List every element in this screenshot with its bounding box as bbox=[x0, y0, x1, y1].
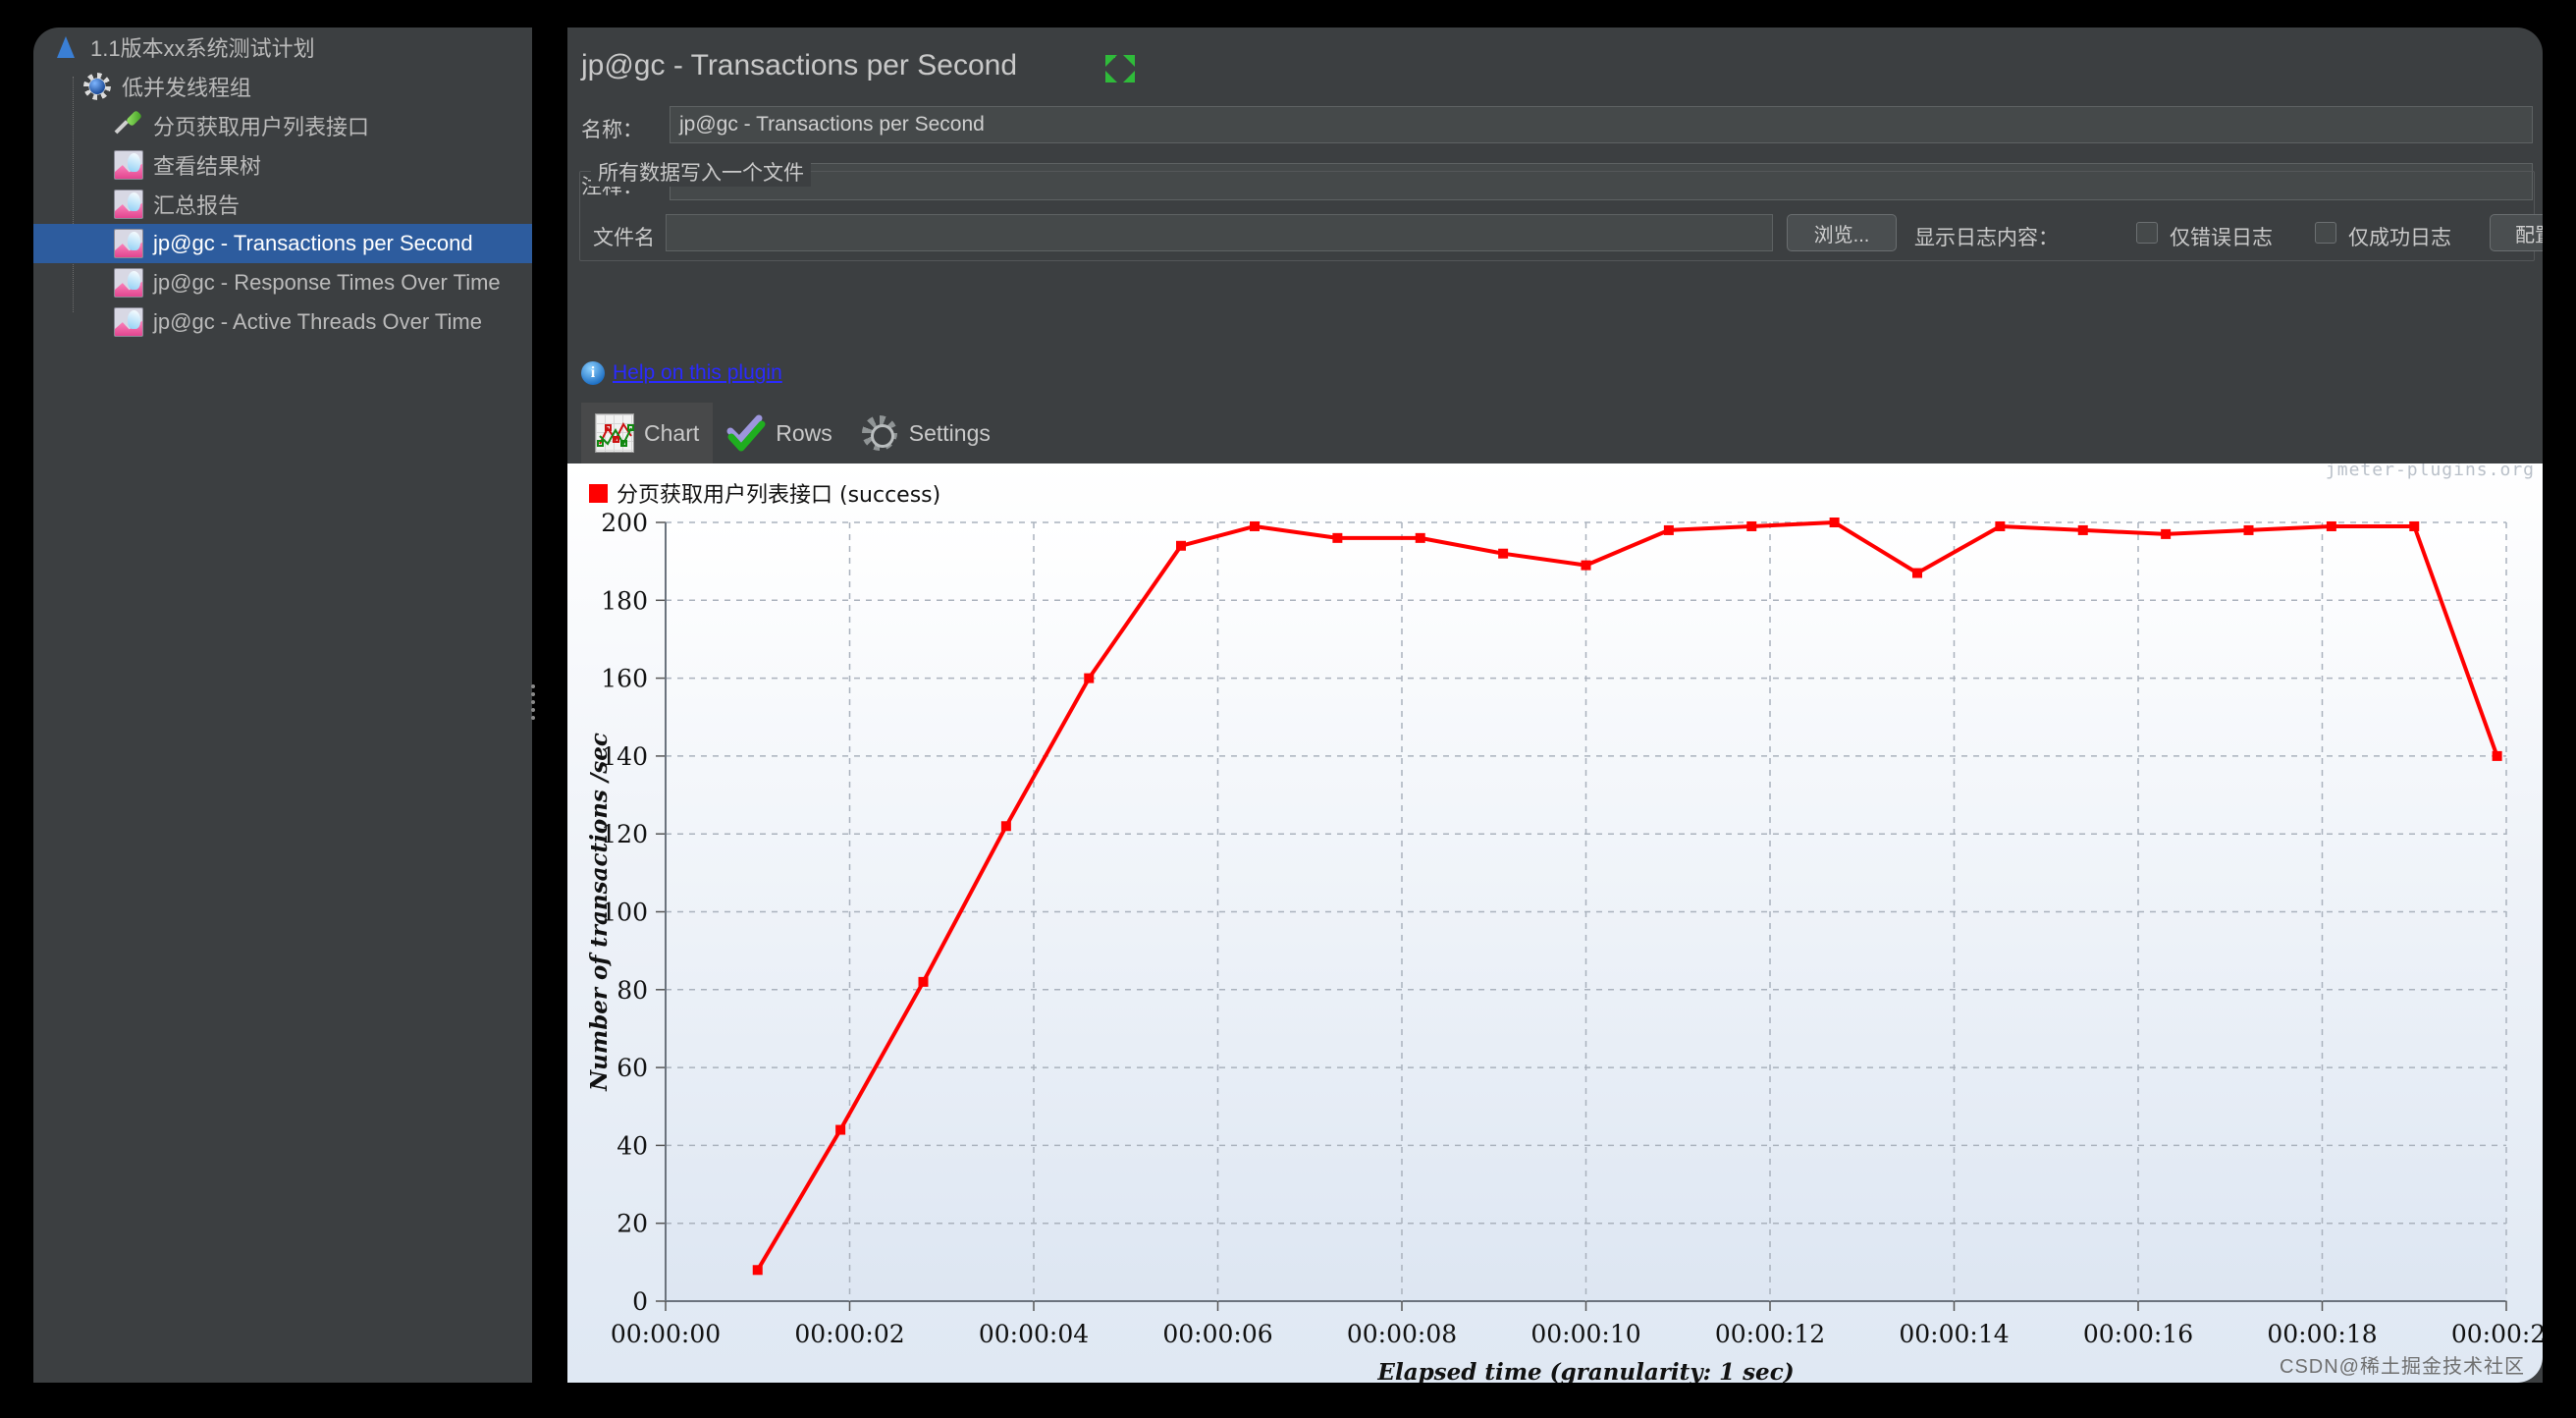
tree-item-label: 分页获取用户列表接口 bbox=[153, 115, 370, 139]
tree-item-response-times-over-time[interactable]: jp@gc - Response Times Over Time bbox=[33, 263, 532, 302]
test-plan-icon bbox=[51, 32, 80, 62]
svg-text:20: 20 bbox=[617, 1210, 648, 1238]
tree-item-thread-group[interactable]: 低并发线程组 bbox=[33, 67, 532, 106]
error-log-label: 仅错误日志 bbox=[2170, 227, 2273, 249]
filename-input[interactable] bbox=[666, 214, 1773, 251]
svg-text:200: 200 bbox=[601, 509, 648, 537]
svg-text:00:00:08: 00:00:08 bbox=[1347, 1320, 1457, 1348]
svg-text:00:00:04: 00:00:04 bbox=[979, 1320, 1089, 1348]
transactions-per-second-chart: jmeter-plugins.org 分页获取用户列表接口 (success) … bbox=[567, 464, 2543, 1383]
browse-button[interactable]: 浏览... bbox=[1787, 214, 1897, 251]
tree-item-summary-report[interactable]: 汇总报告 bbox=[33, 185, 532, 224]
svg-text:Elapsed time (granularity: 1 s: Elapsed time (granularity: 1 sec) bbox=[1376, 1359, 1794, 1383]
listener-icon bbox=[114, 190, 143, 219]
info-icon: i bbox=[581, 361, 605, 385]
tab-chart[interactable]: Chart bbox=[581, 403, 714, 464]
svg-text:Number of transactions /sec: Number of transactions /sec bbox=[586, 733, 613, 1092]
tab-label: Chart bbox=[644, 419, 700, 446]
tree-item-label: 1.1版本xx系统测试计划 bbox=[90, 36, 315, 61]
error-log-checkbox[interactable] bbox=[2136, 222, 2158, 244]
panel-splitter[interactable] bbox=[526, 678, 540, 727]
tab-settings[interactable]: Settings bbox=[846, 403, 1004, 464]
show-log-label: 显示日志内容： bbox=[1914, 227, 2059, 249]
svg-text:00:00:14: 00:00:14 bbox=[1899, 1320, 2009, 1348]
chart-plot-area[interactable]: 02040608010012014016018020000:00:00 00:00… bbox=[567, 464, 2543, 1383]
tree-item-view-results-tree[interactable]: 查看结果树 bbox=[33, 145, 532, 185]
success-log-label: 仅成功日志 bbox=[2348, 227, 2451, 249]
tree-item-http-sampler[interactable]: 分页获取用户列表接口 bbox=[33, 106, 532, 145]
svg-text:00:00:10: 00:00:10 bbox=[1530, 1320, 1640, 1348]
tree-item-label: 查看结果树 bbox=[153, 154, 262, 179]
svg-text:160: 160 bbox=[601, 665, 648, 693]
svg-text:40: 40 bbox=[617, 1131, 648, 1160]
svg-text:00:00:12: 00:00:12 bbox=[1715, 1320, 1825, 1348]
chart-icon bbox=[595, 413, 634, 453]
listener-config-pane: jp@gc - Transactions per Second 名称： jp@g… bbox=[567, 27, 2543, 1383]
gear-icon bbox=[860, 413, 899, 453]
listener-icon bbox=[114, 229, 143, 258]
name-input[interactable]: jp@gc - Transactions per Second bbox=[670, 106, 2533, 143]
tree-item-active-threads-over-time[interactable]: jp@gc - Active Threads Over Time bbox=[33, 302, 532, 342]
write-all-data-legend: 所有数据写入一个文件 bbox=[591, 157, 811, 187]
svg-text:00:00:02: 00:00:02 bbox=[794, 1320, 904, 1348]
svg-text:60: 60 bbox=[617, 1054, 648, 1082]
listener-icon bbox=[114, 268, 143, 298]
expand-arrows-icon[interactable] bbox=[1103, 53, 1137, 84]
svg-text:00:00:00: 00:00:00 bbox=[611, 1320, 721, 1348]
page-title: jp@gc - Transactions per Second bbox=[581, 49, 1018, 82]
thread-group-icon bbox=[82, 72, 112, 101]
configure-button[interactable]: 配置 bbox=[2490, 214, 2543, 251]
svg-text:00:00:18: 00:00:18 bbox=[2267, 1320, 2377, 1348]
name-label: 名称： bbox=[581, 119, 643, 141]
http-sampler-icon bbox=[114, 111, 143, 140]
tab-label: Rows bbox=[776, 419, 832, 446]
tree-item-label: jp@gc - Transactions per Second bbox=[153, 231, 473, 255]
filename-label: 文件名 bbox=[593, 227, 655, 249]
listener-icon bbox=[114, 150, 143, 180]
tab-bar[interactable]: Chart Rows Settings bbox=[581, 403, 1004, 464]
tree-item-label: jp@gc - Response Times Over Time bbox=[153, 270, 501, 295]
checkmarks-icon bbox=[726, 413, 766, 453]
svg-text:00:00:20: 00:00:20 bbox=[2451, 1320, 2543, 1348]
tree-item-test-plan[interactable]: 1.1版本xx系统测试计划 bbox=[33, 27, 532, 67]
tree-item-label: jp@gc - Active Threads Over Time bbox=[153, 309, 482, 334]
listener-icon bbox=[114, 307, 143, 337]
tab-label: Settings bbox=[908, 419, 991, 446]
svg-text:180: 180 bbox=[601, 586, 648, 615]
csdn-watermark: CSDN@稀土掘金技术社区 bbox=[2280, 1356, 2525, 1378]
tree-item-label: 低并发线程组 bbox=[122, 76, 252, 100]
tab-rows[interactable]: Rows bbox=[713, 403, 846, 464]
test-plan-tree[interactable]: 1.1版本xx系统测试计划 低并发线程组 分页获取用户列表接口 查看结果树 汇总… bbox=[33, 27, 532, 1383]
jmeter-window: 1.1版本xx系统测试计划 低并发线程组 分页获取用户列表接口 查看结果树 汇总… bbox=[0, 0, 2576, 1418]
svg-text:00:00:16: 00:00:16 bbox=[2083, 1320, 2193, 1348]
svg-text:00:00:06: 00:00:06 bbox=[1162, 1320, 1272, 1348]
help-on-this-plugin-link[interactable]: Help on this plugin bbox=[613, 361, 782, 385]
success-log-checkbox[interactable] bbox=[2315, 222, 2336, 244]
help-row[interactable]: i Help on this plugin bbox=[581, 361, 782, 385]
tree-item-label: 汇总报告 bbox=[153, 193, 241, 218]
svg-text:80: 80 bbox=[617, 976, 648, 1005]
svg-text:0: 0 bbox=[632, 1287, 648, 1316]
tree-item-transactions-per-second[interactable]: jp@gc - Transactions per Second bbox=[33, 224, 532, 263]
